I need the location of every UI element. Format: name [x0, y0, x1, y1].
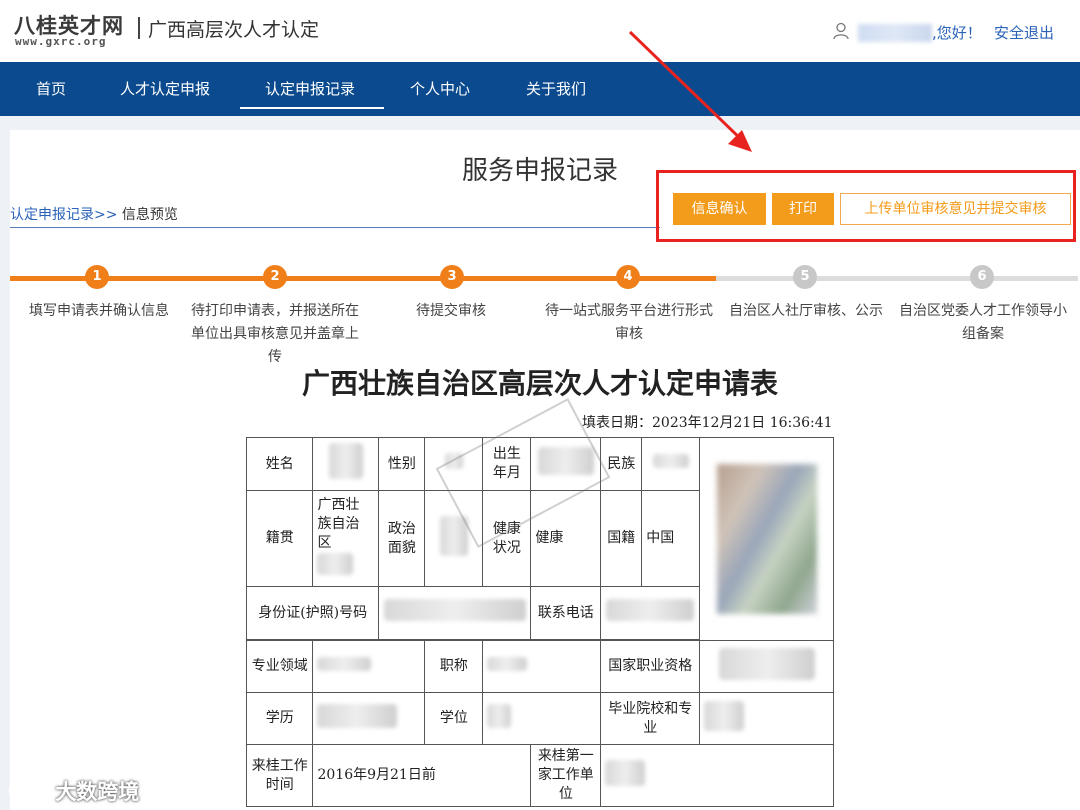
value-nationality: 中国	[641, 490, 701, 587]
value-degree	[482, 692, 602, 745]
user-icon	[833, 22, 849, 40]
step-label: 自治区党委人才工作领导小组备案	[899, 303, 1067, 342]
greeting-text: ,您好！	[932, 24, 982, 42]
title-divider	[138, 17, 140, 39]
label-education: 学历	[245, 692, 314, 745]
nav-item-home[interactable]: 首页	[36, 62, 66, 116]
label-school: 毕业院校和专业	[600, 692, 701, 745]
step-label: 待提交审核	[416, 303, 486, 319]
label-native-place: 籍贯	[245, 490, 314, 587]
value-native-place: 广西壮族自治区	[312, 490, 380, 587]
main-nav: 首页 人才认定申报 认定申报记录 个人中心 关于我们	[0, 62, 1080, 116]
value-name	[312, 437, 380, 491]
applicant-photo	[699, 437, 834, 641]
corner-watermark: 大数跨境	[8, 776, 139, 806]
label-work-time: 来桂工作时间	[245, 744, 314, 807]
label-degree: 学位	[424, 692, 484, 745]
value-ethnicity	[641, 437, 701, 491]
value-education	[312, 692, 426, 745]
breadcrumb-separator: >>	[94, 207, 118, 223]
value-phone	[600, 586, 701, 640]
value-school	[699, 692, 834, 745]
nav-active-indicator	[240, 107, 384, 109]
step-label: 填写申请表并确认信息	[29, 303, 169, 319]
step-label: 待打印申请表，并报送所在单位出具审核意见并盖章上传	[191, 303, 359, 365]
value-major	[312, 640, 426, 693]
breadcrumb-link[interactable]: 认定申报记录	[10, 207, 94, 223]
site-title: 广西高层次人才认定	[148, 19, 320, 41]
label-ethnicity: 民族	[600, 437, 643, 491]
step-node: 4	[616, 265, 640, 289]
label-political: 政治面貌	[378, 490, 426, 587]
value-first-employer	[600, 744, 834, 807]
breadcrumb-divider	[10, 227, 660, 228]
annotation-arrow-icon	[628, 30, 752, 152]
label-first-employer: 来桂第一家工作单位	[530, 744, 602, 807]
site-header: 八桂英才网 www.gxrc.org 广西高层次人才认定 ,您好！ 安全退出	[0, 0, 1080, 62]
progress-track-done	[10, 276, 716, 281]
label-phone: 联系电话	[530, 586, 602, 640]
label-gender: 性别	[378, 437, 426, 491]
step-node: 5	[793, 265, 817, 289]
nav-item-about[interactable]: 关于我们	[526, 62, 586, 116]
highlight-box	[656, 170, 1076, 242]
username-redacted	[858, 24, 932, 42]
progress-steps: 1 2 3 4 5 6 填写申请表并确认信息 待打印申请表，并报送所在单位出具审…	[0, 260, 1080, 370]
value-title	[482, 640, 602, 693]
form-title: 广西壮族自治区高层次人才认定申请表	[301, 367, 778, 400]
breadcrumb-current: 信息预览	[121, 207, 178, 223]
nav-item-profile[interactable]: 个人中心	[410, 62, 470, 116]
value-id-number	[378, 586, 532, 640]
label-name: 姓名	[245, 437, 314, 491]
fill-date: 填表日期：2023年12月21日 16:36:41	[582, 415, 833, 431]
step-node: 6	[970, 265, 994, 289]
step-node: 1	[85, 265, 109, 289]
step-label: 自治区人社厅审核、公示	[729, 303, 883, 319]
label-id-number: 身份证(护照)号码	[245, 586, 380, 640]
watermark-logo-icon	[8, 782, 48, 800]
watermark-text: 大数跨境	[55, 780, 140, 804]
step-node: 3	[440, 265, 464, 289]
label-qualification: 国家职业资格	[600, 640, 701, 693]
nav-item-apply[interactable]: 人才认定申报	[120, 62, 210, 116]
step-node: 2	[263, 265, 287, 289]
value-qualification	[699, 640, 834, 693]
label-title: 职称	[424, 640, 484, 693]
progress-track-pending	[716, 276, 1078, 281]
logout-link[interactable]: 安全退出	[994, 22, 1054, 43]
step-label: 待一站式服务平台进行形式审核	[545, 303, 713, 342]
breadcrumb: 认定申报记录>> 信息预览	[10, 204, 178, 224]
site-logo-url: www.gxrc.org	[15, 35, 107, 48]
label-nationality: 国籍	[600, 490, 643, 587]
value-work-time: 2016年9月21日前	[312, 744, 532, 807]
label-major: 专业领域	[245, 640, 314, 693]
